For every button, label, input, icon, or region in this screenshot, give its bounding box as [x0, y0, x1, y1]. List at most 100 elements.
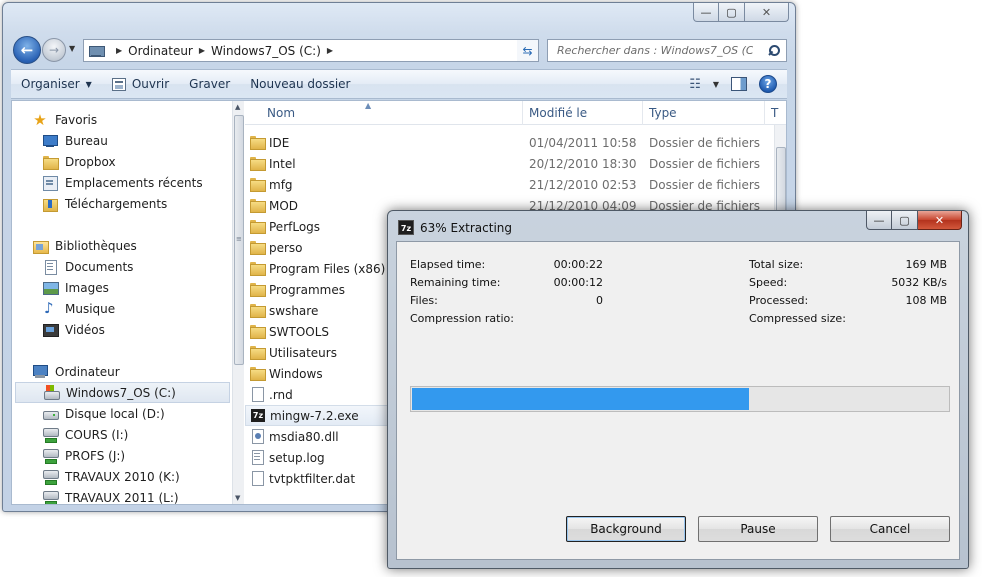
file-name: tvtpktfilter.dat	[269, 471, 356, 486]
stat-label-processed: Processed:	[749, 294, 809, 307]
views-dropdown-icon[interactable]: ▼	[713, 80, 719, 89]
stat-value-processed: 108 MB	[905, 294, 947, 307]
breadcrumb-drive[interactable]: Windows7_OS (C:)	[211, 44, 321, 58]
help-icon[interactable]: ?	[759, 75, 777, 93]
nav-item-cours-i[interactable]: COURS (I:)	[12, 424, 128, 445]
file-name: PerfLogs	[269, 219, 321, 234]
downloads-icon	[42, 196, 58, 212]
open-button[interactable]: Ouvrir	[102, 70, 179, 98]
preview-pane-icon[interactable]	[731, 77, 747, 91]
log-file-icon	[249, 449, 265, 465]
breadcrumb-ordinateur[interactable]: Ordinateur	[128, 44, 193, 58]
nav-item-bureau[interactable]: Bureau	[12, 130, 108, 151]
nav-item-recent-places[interactable]: Emplacements récents	[12, 172, 203, 193]
file-type: Dossier de fichiers	[649, 177, 761, 192]
new-folder-button[interactable]: Nouveau dossier	[240, 70, 360, 98]
scroll-up-icon[interactable]: ▲	[235, 103, 240, 111]
file-row[interactable]: IDE 01/04/2011 10:58 Dossier de fichiers	[245, 132, 765, 153]
dialog-maximize-button[interactable]: ▢	[892, 211, 918, 230]
file-row[interactable]: Intel 20/12/2010 18:30 Dossier de fichie…	[245, 153, 765, 174]
nav-item-label: Téléchargements	[65, 196, 168, 211]
search-box[interactable]	[547, 39, 787, 62]
network-drive-icon	[42, 469, 59, 485]
nav-item-videos[interactable]: Vidéos	[12, 319, 105, 340]
dialog-minimize-button[interactable]: —	[866, 211, 892, 230]
file-icon	[249, 386, 265, 402]
stat-value-files: 0	[596, 294, 603, 307]
search-input[interactable]	[555, 43, 755, 58]
address-bar[interactable]: ▶ Ordinateur ▶ Windows7_OS (C:) ▶ ▼	[83, 39, 531, 62]
pause-button[interactable]: Pause	[698, 516, 818, 542]
cancel-button[interactable]: Cancel	[830, 516, 950, 542]
computer-icon	[32, 364, 48, 380]
file-name: MOD	[269, 198, 299, 213]
nav-item-profs-j[interactable]: PROFS (J:)	[12, 445, 125, 466]
nav-item-dropbox[interactable]: Dropbox	[12, 151, 116, 172]
stat-label-compressed-size: Compressed size:	[749, 312, 846, 325]
navigation-pane: ★ Favoris Bureau Dropbox Emplacements ré…	[12, 101, 244, 504]
search-icon[interactable]	[769, 45, 780, 56]
file-row[interactable]: mfg 21/12/2010 02:53 Dossier de fichiers	[245, 174, 765, 195]
nav-item-label: PROFS (J:)	[65, 448, 126, 463]
file-icon	[249, 470, 265, 486]
file-name: Programmes	[269, 282, 345, 297]
refresh-button[interactable]: ⇆	[517, 39, 539, 62]
file-row-selected[interactable]: mingw-7.2.exe	[245, 405, 395, 426]
network-drive-icon	[42, 448, 59, 464]
nav-item-label: TRAVAUX 2010 (K:)	[65, 469, 180, 484]
explorer-minimize-button[interactable]: —	[693, 3, 719, 22]
music-icon	[42, 299, 58, 317]
column-header-type[interactable]: Type	[643, 101, 765, 125]
nav-item-images[interactable]: Images	[12, 277, 109, 298]
sort-ascending-icon: ▲	[365, 101, 372, 110]
file-modified: 21/12/2010 02:53	[529, 177, 637, 192]
nav-item-computer[interactable]: Ordinateur	[12, 361, 120, 382]
forward-button[interactable]: →	[42, 38, 66, 62]
breadcrumb-separator-icon[interactable]: ▶	[199, 46, 205, 55]
file-name: .rnd	[269, 387, 293, 402]
organize-button[interactable]: Organiser ▼	[11, 70, 102, 98]
burn-button[interactable]: Graver	[179, 70, 240, 98]
nav-item-travaux-2011-l[interactable]: TRAVAUX 2011 (L:)	[12, 487, 179, 504]
nav-item-local-disk-d[interactable]: Disque local (D:)	[12, 403, 165, 424]
breadcrumb-separator-icon[interactable]: ▶	[116, 46, 122, 55]
stat-value-elapsed: 00:00:22	[553, 258, 603, 271]
background-button[interactable]: Background	[566, 516, 686, 542]
nav-item-downloads[interactable]: Téléchargements	[12, 193, 167, 214]
explorer-maximize-button[interactable]: ▢	[719, 3, 745, 22]
folder-icon	[249, 365, 266, 381]
nav-item-label: Disque local (D:)	[65, 406, 165, 421]
folder-icon	[249, 344, 266, 360]
7zip-archive-icon	[250, 408, 266, 424]
nav-item-libraries[interactable]: Bibliothèques	[12, 235, 137, 256]
recent-places-icon	[42, 175, 58, 191]
nav-item-label: Musique	[65, 301, 116, 316]
column-header-modified[interactable]: Modifié le	[523, 101, 643, 125]
nav-item-label: Dropbox	[65, 154, 116, 169]
explorer-close-button[interactable]: ✕	[745, 3, 789, 22]
libraries-icon	[32, 238, 49, 254]
file-name: IDE	[269, 135, 290, 150]
folder-icon	[249, 302, 266, 318]
file-modified: 20/12/2010 18:30	[529, 156, 637, 171]
nav-item-documents[interactable]: Documents	[12, 256, 133, 277]
forward-arrow-icon: →	[48, 43, 60, 57]
nav-item-windows7-os[interactable]: Windows7_OS (C:)	[15, 382, 230, 403]
nav-item-label: Ordinateur	[55, 364, 120, 379]
column-header-extra[interactable]: T	[765, 101, 786, 125]
folder-icon	[249, 197, 266, 213]
scroll-down-icon[interactable]: ▼	[235, 494, 240, 502]
back-button[interactable]: ←	[13, 36, 41, 64]
change-view-icon[interactable]: ☷	[689, 77, 701, 92]
network-drive-icon	[42, 427, 59, 443]
nav-item-favoris[interactable]: ★ Favoris	[12, 109, 97, 130]
dialog-close-button[interactable]: ✕	[918, 211, 962, 230]
nav-pane-scrollbar[interactable]: ▲ ≡ ▼	[232, 101, 244, 504]
column-header-name[interactable]: Nom	[261, 101, 523, 125]
column-header-label: Type	[649, 106, 677, 120]
nav-item-music[interactable]: Musique	[12, 298, 115, 319]
stat-label-total-size: Total size:	[749, 258, 804, 271]
breadcrumb-separator-icon[interactable]: ▶	[327, 46, 333, 55]
nav-item-travaux-2010-k[interactable]: TRAVAUX 2010 (K:)	[12, 466, 180, 487]
recent-pages-dropdown-icon[interactable]: ▼	[69, 44, 75, 53]
